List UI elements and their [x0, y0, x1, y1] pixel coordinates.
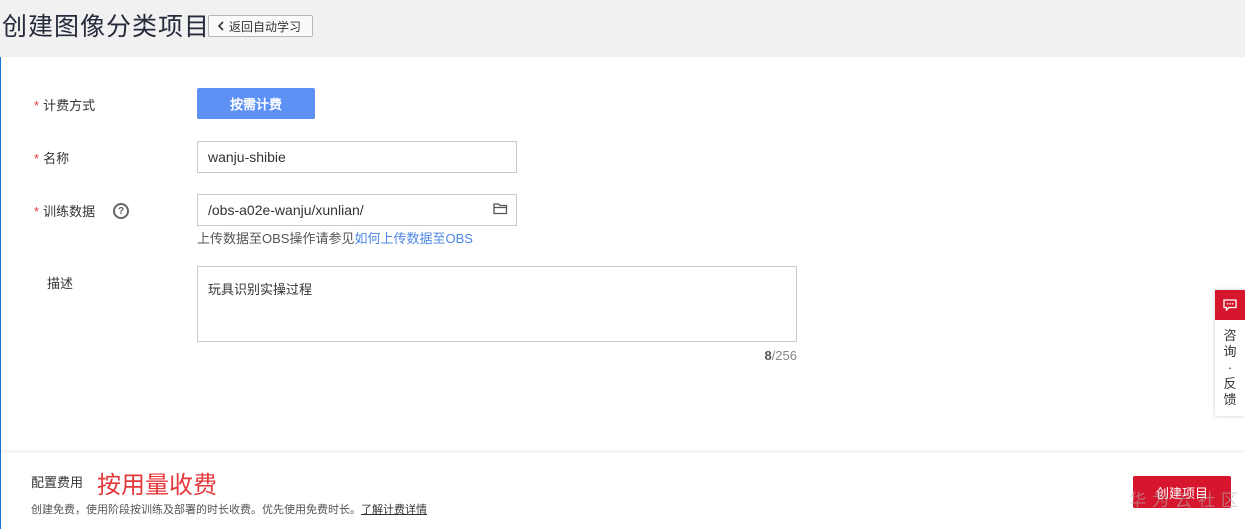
page-title: 创建图像分类项目 — [2, 13, 211, 41]
name-input-value: wanju-shibie — [208, 149, 286, 165]
upload-hint: 上传数据至OBS操作请参见如何上传数据至OBS — [197, 231, 473, 246]
fee-label: 配置费用 — [31, 475, 84, 490]
consult-feedback-label[interactable]: 咨 询 · 反 馈 — [1215, 320, 1245, 408]
billing-mode-on-demand-button[interactable]: 按需计费 — [197, 88, 315, 119]
training-data-label: * 训练数据 — [34, 204, 96, 219]
billing-details-link[interactable]: 了解计费详情 — [361, 504, 427, 516]
name-label: * 名称 — [34, 151, 70, 166]
training-data-path-value: /obs-a02e-wanju/xunlian/ — [208, 202, 364, 218]
required-mark: * — [34, 151, 40, 166]
consult-feedback-widget[interactable]: 咨 询 · 反 馈 — [1215, 290, 1245, 416]
upload-help-link[interactable]: 如何上传数据至OBS — [354, 231, 472, 246]
chevron-left-icon — [217, 21, 225, 31]
create-project-button[interactable]: 创建项目 — [1133, 476, 1231, 508]
required-mark: * — [34, 98, 40, 113]
page-header: 创建图像分类项目 返回自动学习 — [0, 0, 1245, 57]
billing-label: * 计费方式 — [34, 98, 96, 113]
fee-note: 创建免费，使用阶段按训练及部署的时长收费。优先使用免费时长。了解计费详情 — [31, 504, 427, 516]
description-label: 描述 — [47, 276, 74, 291]
back-to-auto-learning-button[interactable]: 返回自动学习 — [208, 15, 313, 37]
folder-icon[interactable] — [493, 202, 508, 218]
description-char-counter: 8/256 — [764, 348, 797, 363]
back-button-label: 返回自动学习 — [229, 19, 302, 34]
required-mark: * — [34, 204, 40, 219]
fee-value: 按用量收费 — [97, 472, 217, 499]
training-data-path-input[interactable]: /obs-a02e-wanju/xunlian/ — [197, 194, 517, 226]
help-icon[interactable]: ? — [113, 203, 129, 219]
name-input[interactable]: wanju-shibie — [197, 141, 517, 173]
project-form: * 计费方式 按需计费 * 名称 wanju-shibie * 训练数据 ? /obs… — [1, 57, 1245, 450]
description-value: 玩具识别实操过程 — [208, 282, 313, 297]
description-textarea[interactable]: 玩具识别实操过程 — [197, 266, 797, 342]
footer-bar: 配置费用 按用量收费 创建免费，使用阶段按训练及部署的时长收费。优先使用免费时长… — [1, 453, 1245, 529]
chat-icon[interactable] — [1215, 290, 1245, 320]
